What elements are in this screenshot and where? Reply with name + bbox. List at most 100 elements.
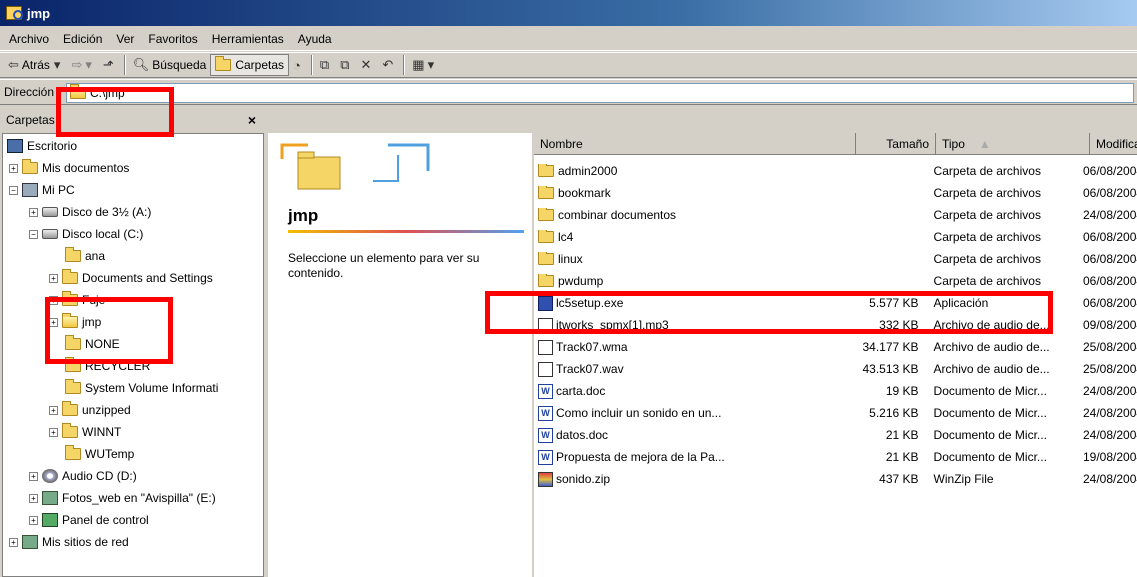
views-button[interactable]: ▦ ▾ (408, 54, 441, 76)
tree-item-mis-sitios-de-red[interactable]: + Mis sitios de red (9, 531, 129, 553)
file-row[interactable]: admin2000 Carpeta de archivos 06/08/2004 1 (534, 160, 1137, 182)
file-type: Documento de Micr... (933, 384, 1047, 398)
file-row[interactable]: Wdatos.doc 21 KB Documento de Micr... 24/08… (534, 424, 1137, 446)
tree-item-winnt[interactable]: + WINNT (49, 421, 121, 443)
menu-favoritos[interactable]: Favoritos (141, 32, 204, 46)
folder-banner-icon (280, 143, 430, 190)
forward-arrow-icon: ⇨ (71, 57, 83, 72)
expand-icon[interactable]: + (49, 317, 58, 327)
file-row[interactable]: pwdump Carpeta de archivos 06/08/2004 1 (534, 270, 1137, 292)
tree-item-recycler[interactable]: RECYCLER (65, 355, 150, 377)
tree-item-network-drive[interactable]: + Fotos_web en "Avispilla" (E:) (29, 487, 216, 509)
folder-icon (538, 274, 554, 287)
file-row[interactable]: sonido.zip 437 KB WinZip File 24/08/2004 1 (534, 468, 1137, 490)
column-modified[interactable]: Modificado (1090, 133, 1137, 155)
file-row[interactable]: lc5setup.exe 5.577 KB Aplicación 06/08/2004… (534, 292, 1137, 314)
column-size[interactable]: Tamaño (856, 133, 936, 155)
folder-icon (538, 208, 554, 221)
file-modified: 24/08/2004 1 (1082, 472, 1137, 486)
expand-icon[interactable]: + (49, 427, 58, 437)
collapse-icon[interactable]: − (9, 185, 18, 195)
expand-icon[interactable]: + (49, 273, 58, 283)
delete-button[interactable]: ✕ (356, 54, 378, 76)
tree-item-unzipped[interactable]: + unzipped (49, 399, 131, 421)
folder-icon (538, 230, 554, 243)
tree-item-mi-pc[interactable]: − Mi PC (9, 179, 75, 201)
tree-item-system-volume[interactable]: System Volume Informati (65, 377, 218, 399)
file-name: Propuesta de mejora de la Pa... (556, 450, 725, 464)
back-button[interactable]: ⇦ Atrás ▾ (4, 54, 67, 76)
tree-item-audio-cd[interactable]: + Audio CD (D:) (29, 465, 137, 487)
file-row[interactable]: linux Carpeta de archivos 06/08/2004 1 (534, 248, 1137, 270)
selection-hint: Seleccione un elemento para ver su conte… (288, 251, 480, 280)
copy-to-button[interactable]: ⧉ (336, 54, 356, 76)
expand-icon[interactable]: + (9, 163, 18, 173)
expand-icon[interactable]: + (29, 493, 38, 503)
history-button[interactable]: ◔ (289, 54, 308, 76)
menu-herramientas[interactable]: Herramientas (205, 32, 291, 46)
file-type: Archivo de audio de... (933, 340, 1050, 354)
file-row[interactable]: Track07.wma 34.177 KB Archivo de audio de.… (534, 336, 1137, 358)
menu-edicion[interactable]: Edición (56, 32, 109, 46)
tree-item-documents-and-settings[interactable]: + Documents and Settings (49, 267, 213, 289)
expand-icon[interactable]: + (29, 471, 38, 481)
folder-open-icon (62, 313, 78, 328)
file-name: Como incluir un sonido en un... (556, 406, 722, 420)
tree-item-mis-documentos[interactable]: + Mis documentos (9, 157, 129, 179)
search-button[interactable]: 🔍︎ Búsqueda (129, 54, 211, 76)
address-value: C:\jmp (90, 86, 125, 100)
expand-icon[interactable]: + (49, 405, 58, 415)
column-name[interactable]: Nombre (534, 133, 856, 155)
expand-icon[interactable]: + (9, 537, 18, 547)
file-modified: 06/08/2004 1 (1082, 252, 1137, 266)
expand-icon[interactable]: + (29, 207, 38, 217)
collapse-icon[interactable]: − (29, 229, 38, 239)
file-row[interactable]: W Como incluir un sonido en un... 5.216 KB… (534, 402, 1137, 424)
tree-item-fuje[interactable]: + Fuje (49, 289, 105, 311)
folders-button[interactable]: Carpetas (210, 54, 290, 76)
address-input[interactable]: C:\jmp (66, 83, 1134, 103)
tree-item-disco-local[interactable]: − Disco local (C:) (29, 223, 143, 245)
undo-button[interactable]: ↶ (378, 54, 400, 76)
file-row[interactable]: Track07.wav 43.513 KB Archivo de audio de.… (534, 358, 1137, 380)
up-folder-button[interactable]: ⬏ (99, 54, 121, 76)
file-row[interactable]: combinar documentos Carpeta de archivos 24… (534, 204, 1137, 226)
close-icon[interactable]: × (248, 112, 256, 128)
sort-ascending-icon: ▲ (978, 136, 991, 151)
file-name-cell: Wcarta.doc (534, 383, 848, 399)
forward-button[interactable]: ⇨ ▾ (67, 54, 98, 76)
file-name: bookmark (558, 186, 611, 200)
move-to-button[interactable]: ⧉ (316, 54, 336, 76)
column-type[interactable]: Tipo ▲ (936, 133, 1090, 155)
file-row[interactable]: bookmark Carpeta de archivos 06/08/2004 1 (534, 182, 1137, 204)
file-type: Documento de Micr... (933, 406, 1047, 420)
folder-open-icon (70, 84, 86, 99)
file-size: 21 KB (885, 428, 919, 442)
file-row[interactable]: Wcarta.doc 19 KB Documento de Micr... 24/08… (534, 380, 1137, 402)
file-modified: 24/08/2004 1 (1082, 208, 1137, 222)
tree-item-wutemp[interactable]: WUTemp (65, 443, 134, 465)
menu-ayuda[interactable]: Ayuda (291, 32, 339, 46)
tree-item-none[interactable]: NONE (65, 333, 120, 355)
window-title-bar[interactable]: jmp (0, 0, 1137, 26)
folders-tree[interactable]: Escritorio + Mis documentos − Mi PC + Di… (2, 133, 264, 577)
expand-icon[interactable]: + (49, 295, 58, 305)
expand-icon[interactable]: + (29, 515, 38, 525)
file-name: Track07.wav (556, 362, 624, 376)
tree-item-jmp[interactable]: + jmp (49, 311, 101, 333)
tree-item-ana[interactable]: ana (65, 245, 105, 267)
folder-icon (65, 247, 81, 262)
folder-title: jmp (288, 206, 319, 225)
hard-drive-icon (42, 229, 58, 239)
file-row[interactable]: itworks_spmx[1].mp3 332 KB Archivo de audi… (534, 314, 1137, 336)
search-icon: 🔍︎ (132, 57, 150, 72)
tree-item-panel-de-control[interactable]: + Panel de control (29, 509, 149, 531)
tree-item-floppy[interactable]: + Disco de 3½ (A:) (29, 201, 151, 223)
file-size: 5.577 KB (869, 296, 919, 310)
file-row[interactable]: W Propuesta de mejora de la Pa... 21 KB Doc… (534, 446, 1137, 468)
file-row[interactable]: lc4 Carpeta de archivos 06/08/2004 1 (534, 226, 1137, 248)
window-title: jmp (27, 5, 51, 21)
menu-ver[interactable]: Ver (109, 32, 141, 46)
menu-archivo[interactable]: Archivo (2, 32, 56, 46)
tree-item-escritorio[interactable]: Escritorio (7, 135, 77, 157)
